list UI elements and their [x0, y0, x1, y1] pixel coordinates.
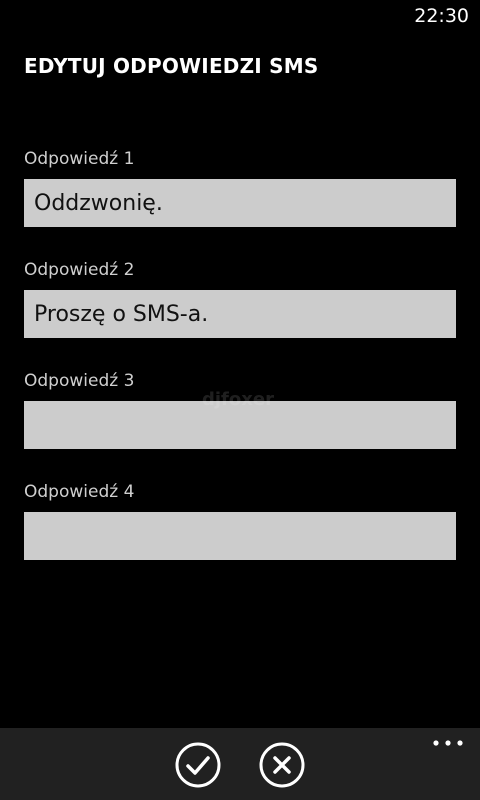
app-bar	[0, 728, 480, 800]
watermark: djfoxer	[202, 389, 274, 410]
field-label-2: Odpowiedź 2	[24, 260, 135, 280]
status-bar: 22:30	[0, 0, 480, 32]
ellipsis-icon	[433, 740, 463, 746]
cancel-button[interactable]	[259, 742, 305, 788]
field-label-1: Odpowiedź 1	[24, 149, 135, 169]
more-options-button[interactable]	[426, 732, 470, 754]
field-label-4: Odpowiedź 4	[24, 482, 135, 502]
confirm-button[interactable]	[175, 742, 221, 788]
response-2-input[interactable]	[24, 290, 456, 338]
checkmark-icon	[175, 742, 221, 788]
field-label-3: Odpowiedź 3	[24, 371, 135, 391]
response-1-input[interactable]	[24, 179, 456, 227]
status-time: 22:30	[414, 5, 469, 27]
close-icon	[259, 742, 305, 788]
page-title: EDYTUJ ODPOWIEDZI SMS	[24, 54, 319, 78]
response-4-input[interactable]	[24, 512, 456, 560]
